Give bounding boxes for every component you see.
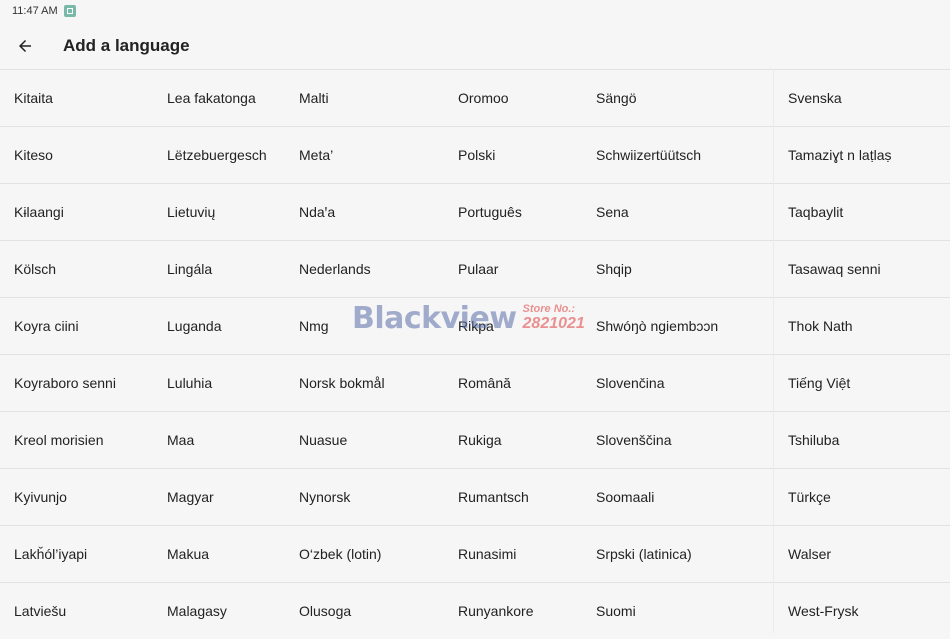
app-bar: Add a language (0, 22, 950, 70)
page-title: Add a language (63, 36, 190, 55)
language-item[interactable]: Malagasy (167, 583, 227, 639)
language-row: Kreol morisien Maa Nuasue Rukiga Slovenš… (0, 411, 950, 468)
language-row: Kölsch Lingála Nederlands Pulaar Shqip T… (0, 240, 950, 297)
language-item[interactable]: Slovenčina (596, 355, 665, 411)
language-item[interactable]: Lakȟól’iyapi (14, 526, 87, 582)
language-item[interactable]: Kitaita (14, 70, 53, 126)
language-item[interactable]: Luluhia (167, 355, 212, 411)
language-row: Lakȟól’iyapi Makua O‘zbek (lotin) Runasi… (0, 525, 950, 582)
language-item[interactable]: Tshiluba (788, 412, 839, 468)
language-item[interactable]: Kölsch (14, 241, 56, 297)
language-item[interactable]: Kreol morisien (14, 412, 103, 468)
language-item[interactable]: Tamaziɣt n laṭlaṣ (788, 127, 892, 183)
notification-icon (63, 5, 76, 17)
column-divider (773, 69, 774, 633)
language-item[interactable]: Taqbaylit (788, 184, 843, 240)
language-item[interactable]: Nederlands (299, 241, 371, 297)
language-item[interactable]: Magyar (167, 469, 214, 525)
language-row: Kiteso Lëtzebuergesch Meta’ Polski Schwi… (0, 126, 950, 183)
language-item[interactable]: Runyankore (458, 583, 534, 639)
language-row: Kɨlaangi Lietuvių Ndaꞌa Português Sena T… (0, 183, 950, 240)
language-item[interactable]: Rukiga (458, 412, 502, 468)
language-item[interactable]: Sängö (596, 70, 636, 126)
language-item[interactable]: Português (458, 184, 522, 240)
language-item[interactable]: Türkçe (788, 469, 831, 525)
language-grid: Kitaita Lea fakatonga Malti Oromoo Sängö… (0, 69, 950, 639)
language-item[interactable]: Srpski (latinica) (596, 526, 692, 582)
language-item[interactable]: Thok Nath (788, 298, 853, 354)
language-item[interactable]: Ndaꞌa (299, 184, 335, 240)
language-row: Latviešu Malagasy Olusoga Runyankore Suo… (0, 582, 950, 639)
language-item[interactable]: Oromoo (458, 70, 509, 126)
language-item[interactable]: Polski (458, 127, 495, 183)
language-row: Koyraboro senni Luluhia Norsk bokmål Rom… (0, 354, 950, 411)
language-item[interactable]: Tasawaq senni (788, 241, 881, 297)
language-item[interactable]: Shqip (596, 241, 632, 297)
language-item[interactable]: Pulaar (458, 241, 498, 297)
status-time: 11:47 AM (12, 5, 58, 17)
language-item[interactable]: Shwóŋò ngiembɔɔn (596, 298, 718, 354)
language-item[interactable]: Latviešu (14, 583, 66, 639)
back-button[interactable] (0, 22, 50, 70)
language-item[interactable]: Lea fakatonga (167, 70, 256, 126)
language-item[interactable]: Sena (596, 184, 629, 240)
arrow-left-icon (19, 40, 31, 52)
language-item[interactable]: Luganda (167, 298, 222, 354)
language-item[interactable]: O‘zbek (lotin) (299, 526, 381, 582)
language-item[interactable]: Nuasue (299, 412, 347, 468)
language-item[interactable]: Olusoga (299, 583, 351, 639)
language-item[interactable]: Nmg (299, 298, 329, 354)
language-item[interactable]: Koyra ciini (14, 298, 79, 354)
language-item[interactable]: Norsk bokmål (299, 355, 385, 411)
language-item[interactable]: Kiteso (14, 127, 53, 183)
language-item[interactable]: Schwiizertüütsch (596, 127, 701, 183)
language-item[interactable]: Lëtzebuergesch (167, 127, 267, 183)
language-item[interactable]: Slovenščina (596, 412, 672, 468)
language-item[interactable]: Suomi (596, 583, 636, 639)
language-item[interactable]: Lingála (167, 241, 212, 297)
language-item[interactable]: Meta’ (299, 127, 333, 183)
language-item[interactable]: Română (458, 355, 511, 411)
language-item[interactable]: Lietuvių (167, 184, 215, 240)
language-item[interactable]: Nynorsk (299, 469, 350, 525)
language-item[interactable]: Makua (167, 526, 209, 582)
language-item[interactable]: Soomaali (596, 469, 654, 525)
language-item[interactable]: Kɨlaangi (14, 184, 64, 240)
language-item[interactable]: Rikpa (458, 298, 494, 354)
status-bar: 11:47 AM (0, 0, 950, 22)
language-item[interactable]: Malti (299, 70, 329, 126)
language-item[interactable]: Kyivunjo (14, 469, 67, 525)
language-item[interactable]: Maa (167, 412, 194, 468)
language-row: Kyivunjo Magyar Nynorsk Rumantsch Soomaa… (0, 468, 950, 525)
language-item[interactable]: Runasimi (458, 526, 516, 582)
language-item[interactable]: Tiếng Việt (788, 355, 850, 411)
language-item[interactable]: West-Frysk (788, 583, 859, 639)
language-item[interactable]: Walser (788, 526, 831, 582)
language-item[interactable]: Svenska (788, 70, 842, 126)
language-item[interactable]: Rumantsch (458, 469, 529, 525)
language-item[interactable]: Koyraboro senni (14, 355, 116, 411)
language-row: Koyra ciini Luganda Nmg Rikpa Shwóŋò ngi… (0, 297, 950, 354)
language-row: Kitaita Lea fakatonga Malti Oromoo Sängö… (0, 69, 950, 126)
